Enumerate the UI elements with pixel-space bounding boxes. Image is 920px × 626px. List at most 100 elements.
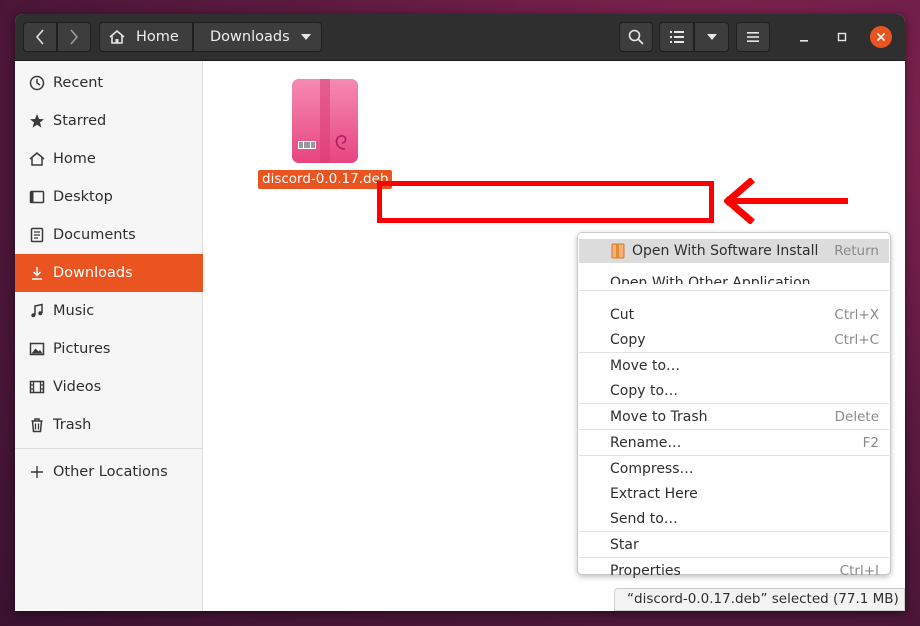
main-menu-button[interactable] xyxy=(736,22,770,52)
close-button[interactable] xyxy=(870,26,892,48)
menu-item-star[interactable]: Star xyxy=(579,533,889,557)
breadcrumb-downloads[interactable]: Downloads xyxy=(193,22,322,52)
file-view[interactable]: discord-0.0.17.deb Open With Software In… xyxy=(204,61,905,611)
desktop-icon xyxy=(27,187,47,207)
context-menu: Open With Software Install Return Open W… xyxy=(577,232,891,579)
music-icon xyxy=(27,301,47,321)
menu-separator xyxy=(579,290,889,291)
sidebar-item-label: Downloads xyxy=(53,265,133,281)
sidebar-item-desktop[interactable]: Desktop xyxy=(15,178,203,216)
menu-item-label: Open With Software Install xyxy=(632,243,819,259)
view-list-button[interactable] xyxy=(659,22,694,52)
left-arrow-icon xyxy=(723,177,850,228)
status-bar: “discord-0.0.17.deb” selected (77.1 MB) xyxy=(614,588,905,611)
sidebar-item-label: Music xyxy=(53,303,95,319)
menu-item-label: Move to… xyxy=(610,358,681,374)
clock-icon xyxy=(27,73,47,93)
view-options-button[interactable] xyxy=(694,22,729,52)
menu-item-open-with-software-install[interactable]: Open With Software Install Return xyxy=(579,239,889,263)
sidebar: Recent Starred Home Desktop Documents Do… xyxy=(15,61,203,611)
sidebar-item-other-locations[interactable]: Other Locations xyxy=(15,453,203,491)
sidebar-item-label: Documents xyxy=(53,227,136,243)
debian-package-icon[interactable] xyxy=(292,79,358,163)
menu-item-accelerator: F2 xyxy=(862,435,879,451)
download-icon xyxy=(27,263,47,283)
menu-item-compress[interactable]: Compress… xyxy=(579,457,889,481)
headerbar: Home Downloads xyxy=(15,14,905,61)
menu-separator xyxy=(579,352,889,353)
menu-item-label: Cut xyxy=(610,307,635,323)
sidebar-item-label: Recent xyxy=(53,75,104,91)
home-icon xyxy=(27,149,47,169)
forward-button[interactable] xyxy=(57,22,91,52)
document-icon xyxy=(27,225,47,245)
maximize-button[interactable] xyxy=(831,26,853,48)
sidebar-item-music[interactable]: Music xyxy=(15,292,203,330)
sidebar-item-home[interactable]: Home xyxy=(15,140,203,178)
menu-item-label: Star xyxy=(610,537,639,553)
menu-separator xyxy=(579,403,889,404)
menu-item-label: Copy xyxy=(610,332,646,348)
menu-item-move-to[interactable]: Move to… xyxy=(579,354,889,378)
menu-separator xyxy=(579,531,889,532)
menu-item-copy[interactable]: Copy Ctrl+C xyxy=(579,328,889,352)
star-icon xyxy=(27,111,47,131)
sidebar-item-documents[interactable]: Documents xyxy=(15,216,203,254)
search-icon xyxy=(628,29,644,45)
minimize-button[interactable] xyxy=(793,26,815,48)
sidebar-item-recent[interactable]: Recent xyxy=(15,64,203,102)
software-install-icon xyxy=(611,243,625,259)
menu-item-open-with-other-application[interactable]: Open With Other Application xyxy=(579,264,889,284)
menu-item-copy-to[interactable]: Copy to… xyxy=(579,379,889,403)
back-button[interactable] xyxy=(23,22,57,52)
sidebar-item-videos[interactable]: Videos xyxy=(15,368,203,406)
breadcrumb-home[interactable]: Home xyxy=(99,22,193,52)
menu-item-send-to[interactable]: Send to… xyxy=(579,507,889,531)
breadcrumb-home-label: Home xyxy=(136,29,179,45)
sidebar-item-label: Videos xyxy=(53,379,102,395)
menu-item-accelerator: Ctrl+C xyxy=(834,332,879,348)
plus-icon xyxy=(27,462,47,482)
menu-item-cut[interactable]: Cut Ctrl+X xyxy=(579,303,889,327)
picture-icon xyxy=(27,339,47,359)
menu-item-label: Send to… xyxy=(610,511,678,527)
menu-item-label: Copy to… xyxy=(610,383,679,399)
menu-separator xyxy=(579,429,889,430)
sidebar-item-label: Trash xyxy=(53,417,92,433)
menu-item-accelerator: Return xyxy=(834,243,879,259)
sidebar-item-trash[interactable]: Trash xyxy=(15,406,203,444)
menu-item-label: Open With Other Application xyxy=(610,275,811,284)
sidebar-item-starred[interactable]: Starred xyxy=(15,102,203,140)
file-manager-window: Home Downloads Recent Starred Home Deskt… xyxy=(15,14,905,611)
sidebar-item-downloads[interactable]: Downloads xyxy=(15,254,203,292)
trash-icon xyxy=(27,415,47,435)
list-view-icon xyxy=(669,31,684,43)
file-name-label[interactable]: discord-0.0.17.deb xyxy=(258,170,392,189)
menu-item-label: Compress… xyxy=(610,461,694,477)
minimize-icon xyxy=(800,40,808,42)
menu-item-accelerator: Ctrl+X xyxy=(834,307,879,323)
sidebar-item-label: Starred xyxy=(53,113,107,129)
home-icon xyxy=(109,29,125,44)
sidebar-item-label: Pictures xyxy=(53,341,111,357)
chevron-down-icon xyxy=(301,34,311,40)
menu-item-label: Properties xyxy=(610,563,681,579)
video-icon xyxy=(27,377,47,397)
menu-item-accelerator: Ctrl+I xyxy=(839,563,879,579)
menu-item-extract-here[interactable]: Extract Here xyxy=(579,482,889,506)
sidebar-divider xyxy=(15,448,203,449)
hamburger-menu-icon xyxy=(747,32,759,42)
sidebar-item-pictures[interactable]: Pictures xyxy=(15,330,203,368)
chevron-left-icon xyxy=(35,29,44,45)
menu-item-label: Extract Here xyxy=(610,486,698,502)
menu-item-accelerator: Delete xyxy=(834,409,879,425)
menu-item-properties[interactable]: Properties Ctrl+I xyxy=(579,559,889,583)
maximize-icon xyxy=(837,32,847,42)
menu-item-rename[interactable]: Rename… F2 xyxy=(579,431,889,455)
search-button[interactable] xyxy=(619,22,653,52)
sidebar-item-label: Other Locations xyxy=(53,464,168,480)
highlight-box xyxy=(377,181,714,223)
menu-item-label: Rename… xyxy=(610,435,682,451)
breadcrumb-downloads-label: Downloads xyxy=(210,29,290,45)
menu-item-move-to-trash[interactable]: Move to Trash Delete xyxy=(579,405,889,429)
